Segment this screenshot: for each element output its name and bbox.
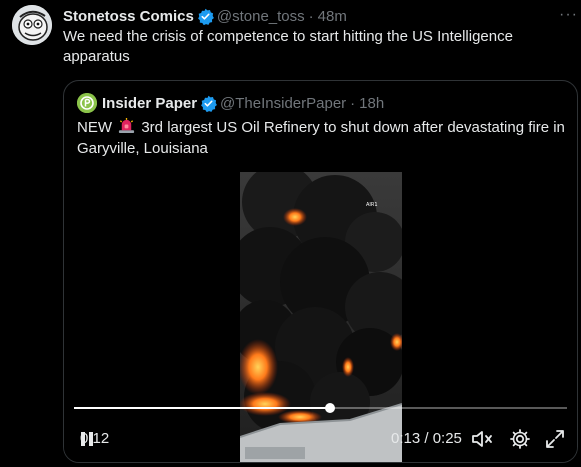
- insider-paper-logo-icon: [77, 93, 97, 113]
- quoted-text-prefix: NEW: [77, 119, 112, 136]
- separator-dot: ·: [350, 94, 356, 112]
- video-time-display: 0:13 / 0:25: [391, 430, 462, 447]
- refinery-fire-video-image: [240, 172, 402, 462]
- author-name[interactable]: Stonetoss Comics: [63, 8, 194, 25]
- video-elapsed-time: 0:12: [80, 430, 110, 447]
- author-avatar[interactable]: [12, 5, 52, 45]
- author-handle[interactable]: @stone_toss: [217, 8, 305, 25]
- more-options-icon[interactable]: ···: [559, 6, 578, 24]
- separator-dot: ·: [308, 7, 314, 25]
- quoted-text-body: 3rd largest US Oil Refinery to shut down…: [77, 119, 565, 157]
- fullscreen-expand-icon[interactable]: [543, 427, 567, 451]
- video-watermark: AIR1: [366, 202, 378, 208]
- tweet-header: Stonetoss Comics @stone_toss · 48m: [63, 6, 347, 26]
- video-player[interactable]: AIR1 0:12 0:13 / 0:25: [64, 172, 577, 462]
- quoted-tweet-header: Insider Paper @TheInsiderPaper · 18h: [77, 93, 384, 113]
- settings-gear-icon[interactable]: [508, 427, 532, 451]
- rotating-light-icon: [119, 117, 135, 134]
- mute-icon[interactable]: [470, 427, 494, 451]
- verified-badge-icon: [198, 8, 214, 25]
- quoted-author-avatar[interactable]: [77, 93, 97, 113]
- tweet-timestamp[interactable]: 48m: [318, 8, 347, 25]
- verified-badge-icon: [201, 95, 217, 112]
- video-controls: 0:12 0:13 / 0:25: [64, 425, 577, 455]
- tweet-text: We need the crisis of competence to star…: [63, 28, 513, 65]
- quoted-author-handle[interactable]: @TheInsiderPaper: [220, 95, 346, 112]
- quoted-author-name[interactable]: Insider Paper: [102, 95, 197, 112]
- video-progress-bar[interactable]: [74, 403, 567, 413]
- quoted-tweet-timestamp[interactable]: 18h: [359, 95, 384, 112]
- video-frame[interactable]: AIR1: [240, 172, 402, 462]
- stonetoss-avatar-icon: [12, 5, 52, 45]
- quoted-tweet[interactable]: Insider Paper @TheInsiderPaper · 18h NEW…: [63, 80, 578, 463]
- quoted-tweet-text: NEW 3rd largest US Oil Refinery to shut …: [77, 117, 567, 159]
- video-progress-fill: [74, 407, 331, 409]
